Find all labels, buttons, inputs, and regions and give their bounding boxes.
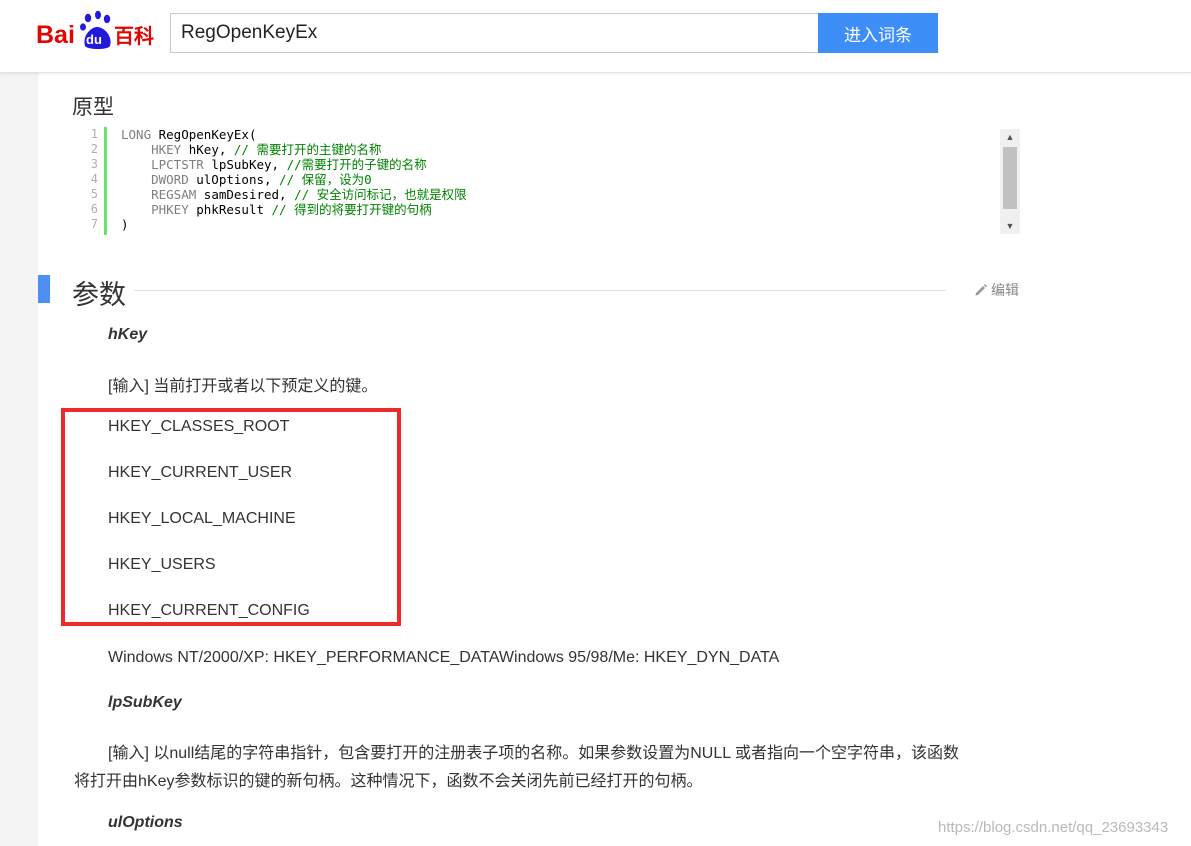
code-token: // 安全访问标记，也就是权限: [294, 187, 467, 202]
code-token: phkResult: [188, 202, 272, 217]
code-token: hKey,: [181, 142, 234, 157]
svg-text:Bai: Bai: [36, 21, 75, 49]
param-lpsubkey-desc-line1: [输入] 以null结尾的字符串指针，包含要打开的注册表子项的名称。如果参数设置…: [108, 745, 960, 762]
code-token: // 得到的将要打开键的句柄: [271, 202, 432, 217]
code-line: LONG RegOpenKeyEx(: [121, 127, 1001, 142]
code-line-number: 4: [90, 172, 98, 186]
code-line: LPCTSTR lpSubKey, //需要打开的子键的名称: [121, 157, 1001, 172]
code-line: HKEY hKey, // 需要打开的主键的名称: [121, 142, 1001, 157]
code-token: ): [121, 217, 129, 232]
pencil-icon: [975, 284, 987, 296]
code-scrollbar[interactable]: ▲ ▼: [1000, 129, 1020, 234]
section-accent-bar: [38, 275, 50, 303]
prototype-heading: 原型: [72, 95, 114, 119]
article-content: 原型 1234567 LONG RegOpenKeyEx( HKEY hKey,…: [38, 73, 1191, 846]
code-line: PHKEY phkResult // 得到的将要打开键的句柄: [121, 202, 1001, 217]
param-hkey-name: hKey: [108, 326, 148, 343]
param-lpsubkey-desc-line2: 将打开由hKey参数标识的键的新句柄。这种情况下，函数不会关闭先前已经打开的句柄…: [74, 773, 703, 790]
code-token: // 需要打开的主键的名称: [233, 142, 382, 157]
scroll-up-icon[interactable]: ▲: [1000, 129, 1020, 145]
param-uloptions-name: ulOptions: [108, 814, 183, 831]
code-token: REGSAM: [121, 187, 197, 202]
scroll-down-icon[interactable]: ▼: [1000, 218, 1020, 234]
code-token: lpSubKey,: [203, 157, 287, 172]
code-lines: LONG RegOpenKeyEx( HKEY hKey, // 需要打开的主键…: [121, 127, 1001, 232]
search-bar: 进入词条: [170, 13, 938, 53]
code-token: LPCTSTR: [121, 157, 204, 172]
code-token: RegOpenKeyEx(: [151, 127, 257, 142]
code-line-numbers: 1234567: [82, 127, 107, 235]
code-line-number: 7: [90, 217, 98, 231]
code-line: ): [121, 217, 1001, 232]
code-token: PHKEY: [121, 202, 189, 217]
code-token: samDesired,: [196, 187, 295, 202]
code-line-number: 5: [90, 187, 98, 201]
code-token: DWORD: [121, 172, 189, 187]
code-line: REGSAM samDesired, // 安全访问标记，也就是权限: [121, 187, 1001, 202]
svg-text:du: du: [86, 32, 102, 47]
code-token: ulOptions,: [188, 172, 280, 187]
watermark: https://blog.csdn.net/qq_23693343: [938, 819, 1169, 836]
section-divider: [134, 290, 946, 291]
code-token: //需要打开的子键的名称: [286, 157, 427, 172]
windows-note: Windows NT/2000/XP: HKEY_PERFORMANCE_DAT…: [108, 649, 780, 666]
scroll-thumb[interactable]: [1003, 147, 1017, 209]
edit-label: 编辑: [991, 283, 1019, 299]
code-line-number: 6: [90, 202, 98, 216]
code-line-number: 2: [90, 142, 98, 156]
baidu-baike-logo[interactable]: Bai du 百科: [36, 10, 162, 54]
param-lpsubkey-name: lpSubKey: [108, 694, 182, 711]
section-title: 参数: [72, 280, 126, 311]
param-hkey-desc: [输入] 当前打开或者以下预定义的键。: [108, 378, 378, 395]
code-line: DWORD ulOptions, // 保留，设为0: [121, 172, 1001, 187]
code-line-number: 3: [90, 157, 98, 171]
search-input[interactable]: [170, 13, 818, 53]
code-token: HKEY: [121, 142, 182, 157]
red-highlight-box: [61, 408, 401, 626]
code-token: // 保留，设为0: [279, 172, 372, 187]
enter-entry-button[interactable]: 进入词条: [818, 13, 938, 53]
edit-link[interactable]: 编辑: [974, 280, 1019, 300]
top-header: Bai du 百科 进入词条: [0, 0, 1191, 73]
code-token: LONG: [121, 127, 152, 142]
code-block: 1234567 LONG RegOpenKeyEx( HKEY hKey, //…: [82, 127, 1022, 235]
svg-text:百科: 百科: [114, 24, 154, 48]
code-line-number: 1: [90, 127, 98, 141]
